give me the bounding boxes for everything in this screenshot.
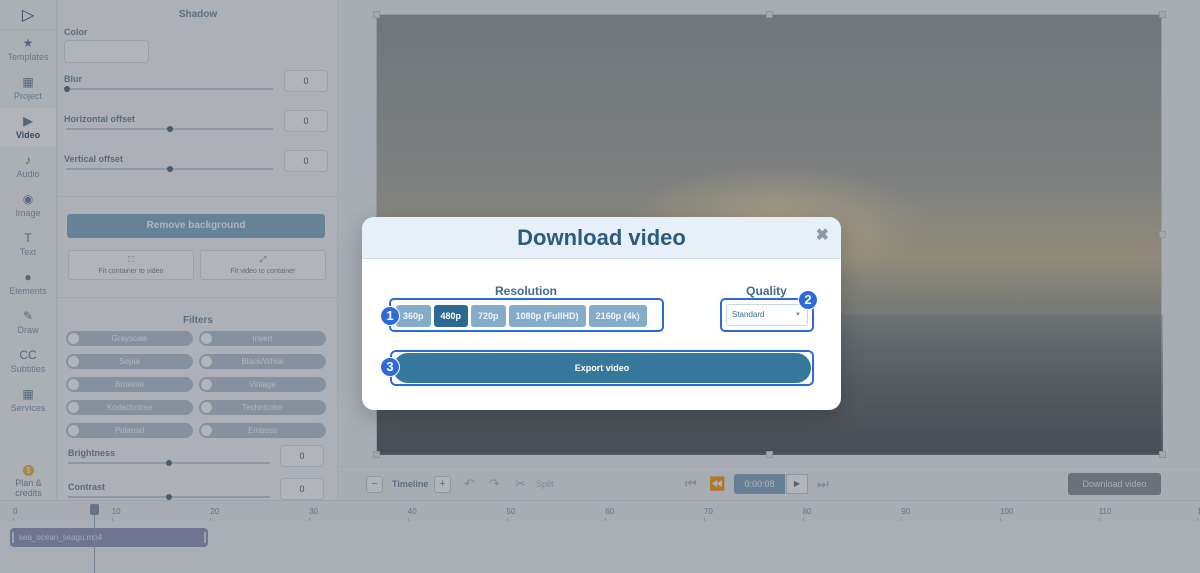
resolution-480p[interactable]: 480p bbox=[433, 305, 469, 327]
modal-title: Download video bbox=[517, 225, 686, 250]
step-badge-2: 2 bbox=[798, 290, 818, 310]
quality-value: Standard bbox=[732, 310, 765, 319]
step-badge-3: 3 bbox=[380, 357, 400, 377]
close-icon[interactable]: ✖ bbox=[816, 225, 829, 245]
resolution-720p[interactable]: 720p bbox=[471, 305, 506, 327]
download-video-modal: Download video ✖ Resolution Quality 360p… bbox=[362, 217, 841, 410]
resolution-label: Resolution bbox=[495, 284, 557, 298]
resolution-1080p[interactable]: 1080p (FullHD) bbox=[508, 305, 586, 327]
export-video-button[interactable]: Export video bbox=[393, 353, 811, 383]
resolution-2160p[interactable]: 2160p (4k) bbox=[588, 305, 647, 327]
modal-header: Download video ✖ bbox=[362, 217, 841, 259]
caret-down-icon: ▼ bbox=[795, 312, 801, 318]
resolution-options: 360p 480p 720p 1080p (FullHD) 2160p (4k) bbox=[389, 298, 664, 332]
step-badge-1: 1 bbox=[380, 306, 400, 326]
export-wrapper: Export video bbox=[390, 350, 814, 386]
quality-select[interactable]: Standard ▼ bbox=[726, 304, 808, 326]
resolution-360p[interactable]: 360p bbox=[396, 305, 431, 327]
